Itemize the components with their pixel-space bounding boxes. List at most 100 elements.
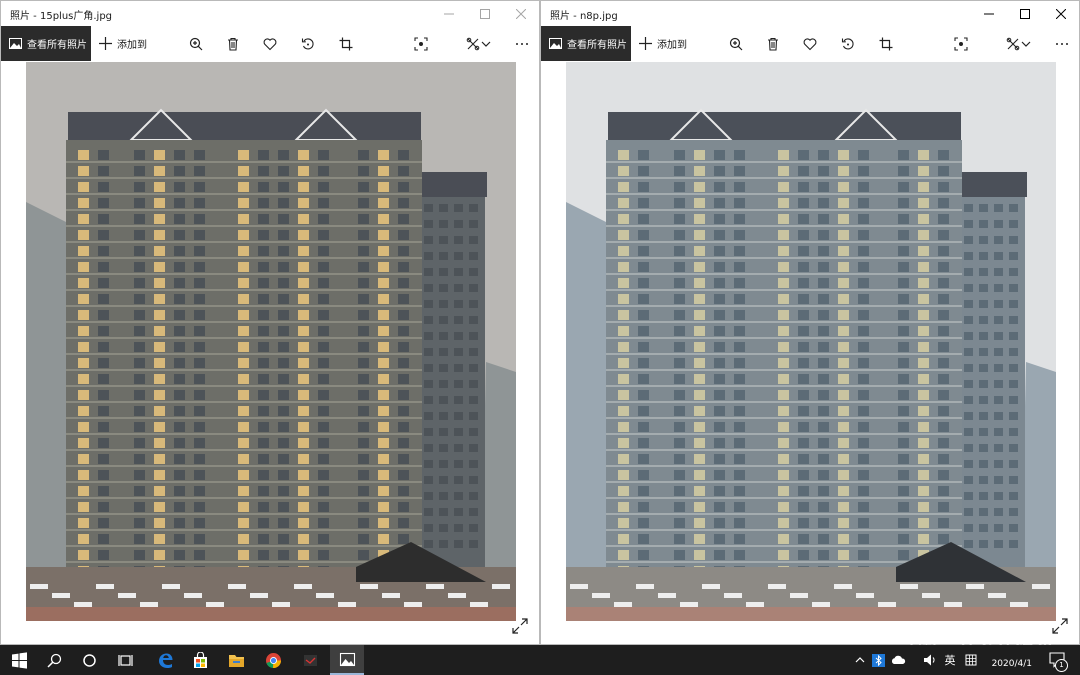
window xyxy=(134,406,145,416)
window xyxy=(898,486,909,496)
add-to-button[interactable]: 添加到 xyxy=(639,26,687,61)
window xyxy=(174,198,185,208)
window xyxy=(298,454,309,464)
window xyxy=(174,438,185,448)
side-window xyxy=(469,444,478,452)
add-to-button[interactable]: 添加到 xyxy=(99,26,147,61)
title-bar[interactable]: 照片 - 15plus广角.jpg xyxy=(1,1,539,26)
window xyxy=(98,182,109,192)
side-window xyxy=(964,204,973,212)
window xyxy=(798,342,809,352)
maximize-button[interactable] xyxy=(1007,1,1043,26)
side-window xyxy=(964,444,973,452)
keyboard-tray-button[interactable] xyxy=(962,645,980,675)
window xyxy=(714,422,725,432)
app-taskbar-button[interactable] xyxy=(293,645,327,675)
photos-taskbar-button[interactable] xyxy=(330,645,364,675)
window xyxy=(938,374,949,384)
edge-taskbar-button[interactable] xyxy=(148,645,182,675)
store-taskbar-button[interactable] xyxy=(183,645,217,675)
rooftop-panel xyxy=(316,593,334,598)
file-explorer-taskbar-button[interactable] xyxy=(219,645,253,675)
delete-button[interactable] xyxy=(222,33,244,55)
zoom-button[interactable] xyxy=(185,33,207,55)
side-window xyxy=(994,284,1003,292)
cortana-button[interactable] xyxy=(72,645,106,675)
rooftop-panel xyxy=(570,584,588,589)
rooftop-panel xyxy=(140,602,158,607)
window xyxy=(674,550,685,560)
window xyxy=(734,422,745,432)
window xyxy=(154,518,165,528)
maximize-button[interactable] xyxy=(467,1,503,26)
rotate-button[interactable] xyxy=(837,33,859,55)
delete-button[interactable] xyxy=(762,33,784,55)
window xyxy=(618,390,629,400)
onedrive-tray-button[interactable] xyxy=(888,645,908,675)
side-window xyxy=(994,460,1003,468)
search-button[interactable] xyxy=(37,645,71,675)
window xyxy=(78,358,89,368)
view-all-photos-button[interactable]: 查看所有照片 xyxy=(1,26,91,61)
window xyxy=(898,470,909,480)
more-button[interactable] xyxy=(1051,33,1073,55)
zoom-button[interactable] xyxy=(725,33,747,55)
window xyxy=(938,390,949,400)
window xyxy=(694,374,705,384)
window xyxy=(694,502,705,512)
window xyxy=(818,486,829,496)
rotate-button[interactable] xyxy=(297,33,319,55)
favorite-button[interactable] xyxy=(799,33,821,55)
title-bar[interactable]: 照片 - n8p.jpg xyxy=(541,1,1079,26)
window xyxy=(898,294,909,304)
edit-dropdown[interactable] xyxy=(479,33,493,55)
window xyxy=(818,390,829,400)
window xyxy=(674,262,685,272)
minimize-icon xyxy=(984,13,994,14)
fullscreen-icon[interactable] xyxy=(1051,617,1069,635)
window xyxy=(238,550,249,560)
ime-language-button[interactable]: 英 xyxy=(940,645,960,675)
view-all-photos-button[interactable]: 查看所有照片 xyxy=(541,26,631,61)
volume-tray-button[interactable] xyxy=(920,645,940,675)
window xyxy=(798,310,809,320)
fullscreen-icon[interactable] xyxy=(511,617,529,635)
window xyxy=(918,182,929,192)
crop-button[interactable] xyxy=(875,33,897,55)
window xyxy=(154,342,165,352)
window xyxy=(798,198,809,208)
enhance-button[interactable] xyxy=(950,33,972,55)
minimize-button[interactable] xyxy=(431,1,467,26)
window xyxy=(154,422,165,432)
window xyxy=(714,230,725,240)
window xyxy=(298,502,309,512)
side-window xyxy=(1009,428,1018,436)
action-center-button[interactable]: 1 xyxy=(1048,651,1068,672)
window xyxy=(858,342,869,352)
close-button[interactable] xyxy=(503,1,539,26)
window xyxy=(278,534,289,544)
task-view-button[interactable] xyxy=(108,645,142,675)
minimize-button[interactable] xyxy=(971,1,1007,26)
window xyxy=(798,422,809,432)
window xyxy=(938,230,949,240)
side-window xyxy=(1009,396,1018,404)
window xyxy=(174,550,185,560)
favorite-button[interactable] xyxy=(259,33,281,55)
window xyxy=(318,294,329,304)
side-window xyxy=(439,444,448,452)
close-button[interactable] xyxy=(1043,1,1079,26)
window xyxy=(938,422,949,432)
show-hidden-icons-button[interactable] xyxy=(853,645,867,675)
taskbar-date[interactable]: 2020/4/1 xyxy=(992,659,1032,669)
bluetooth-tray-button[interactable] xyxy=(869,645,887,675)
edit-dropdown[interactable] xyxy=(1019,33,1033,55)
side-window xyxy=(979,348,988,356)
start-button[interactable] xyxy=(2,645,36,675)
window xyxy=(898,166,909,176)
window xyxy=(154,310,165,320)
crop-button[interactable] xyxy=(335,33,357,55)
more-button[interactable] xyxy=(511,33,533,55)
chrome-taskbar-button[interactable] xyxy=(256,645,290,675)
enhance-button[interactable] xyxy=(410,33,432,55)
